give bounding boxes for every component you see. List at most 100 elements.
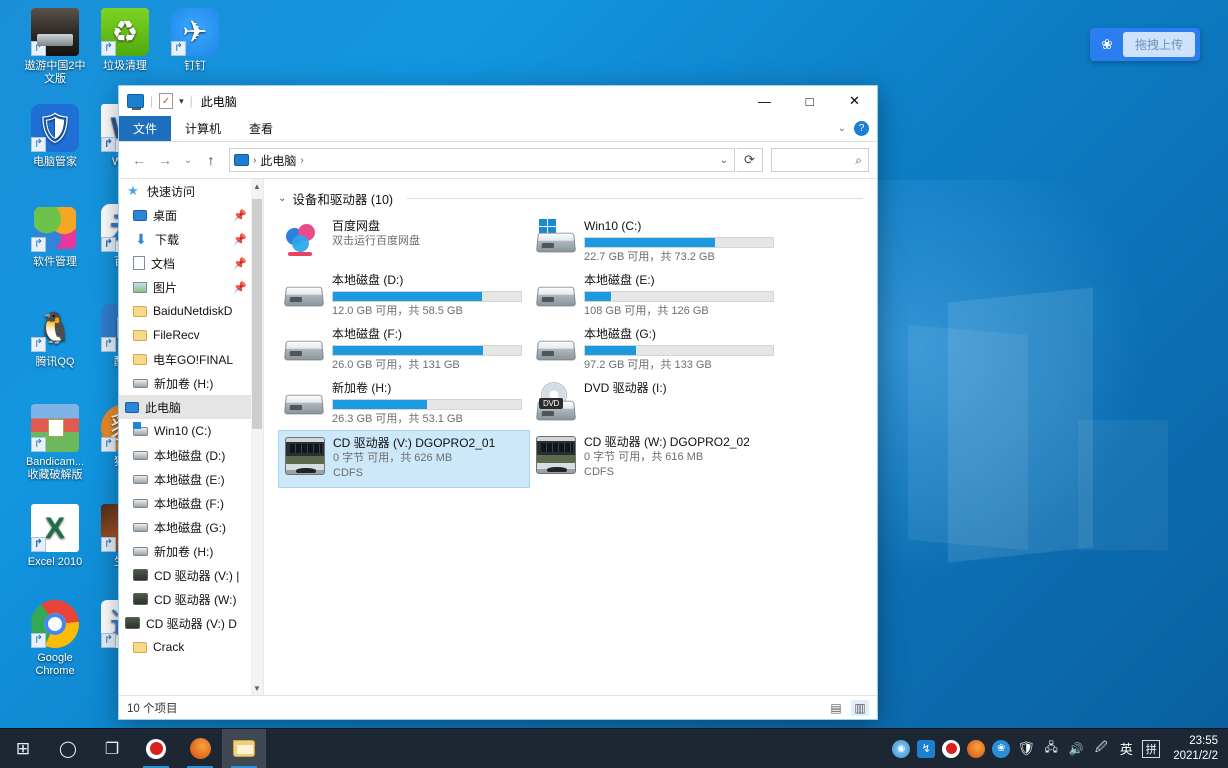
drive-tile[interactable]: 本地磁盘 (E:) 108 GB 可用，共 126 GB <box>530 268 782 320</box>
address-dropdown-icon[interactable]: ⌄ <box>720 155 730 166</box>
breadcrumb-separator[interactable]: › <box>300 155 303 166</box>
minimize-button[interactable]: — <box>742 86 787 116</box>
ribbon-tab-1[interactable]: 计算机 <box>171 116 235 141</box>
desktop-icon[interactable]: ✈ 钉钉 <box>154 8 236 73</box>
this-pc-icon[interactable] <box>127 94 144 110</box>
chevron-down-icon[interactable]: ▾ <box>179 96 184 107</box>
up-button[interactable]: ↑ <box>199 148 223 172</box>
drive-tile[interactable]: 本地磁盘 (F:) 26.0 GB 可用，共 131 GB <box>278 322 530 374</box>
network-icon[interactable]: 🖧 <box>1042 740 1060 758</box>
chevron-down-icon[interactable]: ▼ <box>251 681 263 695</box>
sidebar-item[interactable]: 本地磁盘 (G:) <box>119 515 251 539</box>
sidebar-item[interactable]: ★ 快速访问 <box>119 179 251 203</box>
close-button[interactable]: ✕ <box>832 86 877 116</box>
pin-icon[interactable]: 📌 <box>233 209 251 222</box>
thunder-tray-icon[interactable]: ↯ <box>917 739 936 758</box>
sidebar-item-label: 快速访问 <box>147 184 196 199</box>
volume-icon[interactable]: 🔊 <box>1067 740 1085 758</box>
drive-tile[interactable]: 本地磁盘 (G:) 97.2 GB 可用，共 133 GB <box>530 322 782 374</box>
sidebar-item[interactable]: ⬇ 下载 📌 <box>119 227 251 251</box>
network-status-icon[interactable]: ◉ <box>892 739 911 758</box>
drive-icon <box>283 326 325 368</box>
sidebar-item[interactable]: Crack <box>119 635 251 659</box>
drive-tile[interactable]: 本地磁盘 (D:) 12.0 GB 可用，共 58.5 GB <box>278 268 530 320</box>
drive-tile[interactable]: 新加卷 (H:) 26.3 GB 可用，共 53.1 GB <box>278 376 530 428</box>
pin-icon[interactable]: 📌 <box>233 257 251 270</box>
address-bar[interactable]: › 此电脑 › ⌄ <box>229 148 735 172</box>
sidebar-item[interactable]: 本地磁盘 (F:) <box>119 491 251 515</box>
pen-icon[interactable]: 🖉 <box>1092 740 1110 758</box>
firefox-icon[interactable] <box>178 729 222 768</box>
window-controls: — □ ✕ <box>742 86 877 116</box>
forward-button[interactable]: → <box>153 148 177 172</box>
back-button[interactable]: ← <box>127 148 151 172</box>
sidebar-item[interactable]: 图片 📌 <box>119 275 251 299</box>
group-header[interactable]: ⌄ 设备和驱动器 (10) <box>278 189 863 208</box>
truck-icon <box>31 8 79 56</box>
chevron-down-icon[interactable]: ⌄ <box>838 123 846 134</box>
pin-icon[interactable]: 📌 <box>233 281 251 294</box>
pin-icon[interactable]: 📌 <box>233 233 251 246</box>
ribbon-tab-0[interactable]: 文件 <box>119 116 172 141</box>
shortcut-overlay-icon <box>31 337 46 352</box>
sidebar-item[interactable]: 本地磁盘 (D:) <box>119 443 251 467</box>
software-manager-icon <box>31 204 79 252</box>
refresh-button[interactable]: ⟳ <box>737 148 763 172</box>
sidebar-item[interactable]: CD 驱动器 (W:) <box>119 587 251 611</box>
upload-widget-label[interactable]: 拖拽上传 <box>1122 32 1195 57</box>
chevron-down-icon[interactable]: ⌄ <box>278 193 286 204</box>
cortana-icon[interactable]: ◯ <box>46 729 90 768</box>
baidu-upload-widget[interactable]: ❀ 拖拽上传 <box>1089 28 1200 61</box>
clock-date: 2021/2/2 <box>1173 749 1218 762</box>
sidebar-item[interactable]: FileRecv <box>119 323 251 347</box>
scrollbar-thumb[interactable] <box>252 199 262 429</box>
drive-tile[interactable]: 百度网盘 双击运行百度网盘 <box>278 214 530 266</box>
sidebar-item[interactable]: 桌面 📌 <box>119 203 251 227</box>
drive-tile[interactable]: CD 驱动器 (V:) DGOPRO2_01 0 字节 可用，共 626 MB CD… <box>278 430 530 488</box>
drive-tile-body: CD 驱动器 (W:) DGOPRO2_02 0 字节 可用，共 616 MB CD… <box>584 434 777 480</box>
properties-icon[interactable]: ✓ <box>159 93 174 109</box>
drive-tile[interactable]: CD 驱动器 (W:) DGOPRO2_02 0 字节 可用，共 616 MB CD… <box>530 430 782 488</box>
sidebar-item[interactable]: 文档 📌 <box>119 251 251 275</box>
drive-icon <box>535 272 577 314</box>
pc-manager-tray-icon[interactable]: 🛡 <box>1017 740 1035 758</box>
shortcut-overlay-icon <box>31 137 46 152</box>
sidebar-item[interactable]: 此电脑 <box>119 395 251 419</box>
sidebar-item-label: Win10 (C:) <box>154 424 212 438</box>
tiles-view-icon[interactable]: ▥ <box>851 699 869 716</box>
capacity-bar-fill <box>333 346 484 355</box>
chevron-up-icon[interactable]: ▲ <box>251 179 263 193</box>
sidebar-item-label: 文档 <box>151 256 176 271</box>
sidebar-item[interactable]: Win10 (C:) <box>119 419 251 443</box>
drive-tile[interactable]: Win10 (C:) 22.7 GB 可用，共 73.2 GB <box>530 214 782 266</box>
recorder-icon[interactable] <box>134 729 178 768</box>
maximize-button[interactable]: □ <box>787 86 832 116</box>
sidebar-item[interactable]: 新加卷 (H:) <box>119 371 251 395</box>
sidebar-item[interactable]: 本地磁盘 (E:) <box>119 467 251 491</box>
sidebar-item[interactable]: 电车GO!FINAL <box>119 347 251 371</box>
clock[interactable]: 23:55 2021/2/2 <box>1167 734 1220 764</box>
sidebar-item[interactable]: CD 驱动器 (V:) | <box>119 563 251 587</box>
clock-time: 23:55 <box>1189 734 1218 747</box>
breadcrumb-separator: › <box>253 154 257 166</box>
firefox-tray-icon[interactable] <box>967 739 986 758</box>
drive-tile[interactable]: DVD DVD 驱动器 (I:) <box>530 376 782 428</box>
help-button[interactable]: ? <box>854 121 869 136</box>
recent-locations-button[interactable]: ⌄ <box>179 148 197 172</box>
recorder-tray-icon[interactable] <box>942 739 961 758</box>
task-view-icon[interactable]: ❐ <box>90 729 134 768</box>
sidebar-item[interactable]: BaiduNetdiskD <box>119 299 251 323</box>
ime-mode-icon[interactable]: 英 <box>1117 740 1135 758</box>
baidu-netdisk-tray-icon[interactable]: ❀ <box>992 739 1011 758</box>
ime-pinyin-icon[interactable]: 拼 <box>1142 739 1161 758</box>
sidebar-item[interactable]: 新加卷 (H:) <box>119 539 251 563</box>
sidebar-item[interactable]: CD 驱动器 (V:) D <box>119 611 251 635</box>
ribbon-tab-2[interactable]: 查看 <box>235 116 287 141</box>
sidebar-scrollbar[interactable]: ▲ ▼ <box>251 179 263 695</box>
breadcrumb[interactable]: 此电脑 <box>260 152 296 169</box>
sidebar-item-label: 桌面 <box>153 208 178 223</box>
start-button[interactable]: ⊞ <box>0 729 46 768</box>
file-explorer-icon[interactable] <box>222 728 266 768</box>
search-box[interactable]: ⌕ <box>771 148 869 172</box>
details-view-icon[interactable]: ▤ <box>827 700 845 716</box>
